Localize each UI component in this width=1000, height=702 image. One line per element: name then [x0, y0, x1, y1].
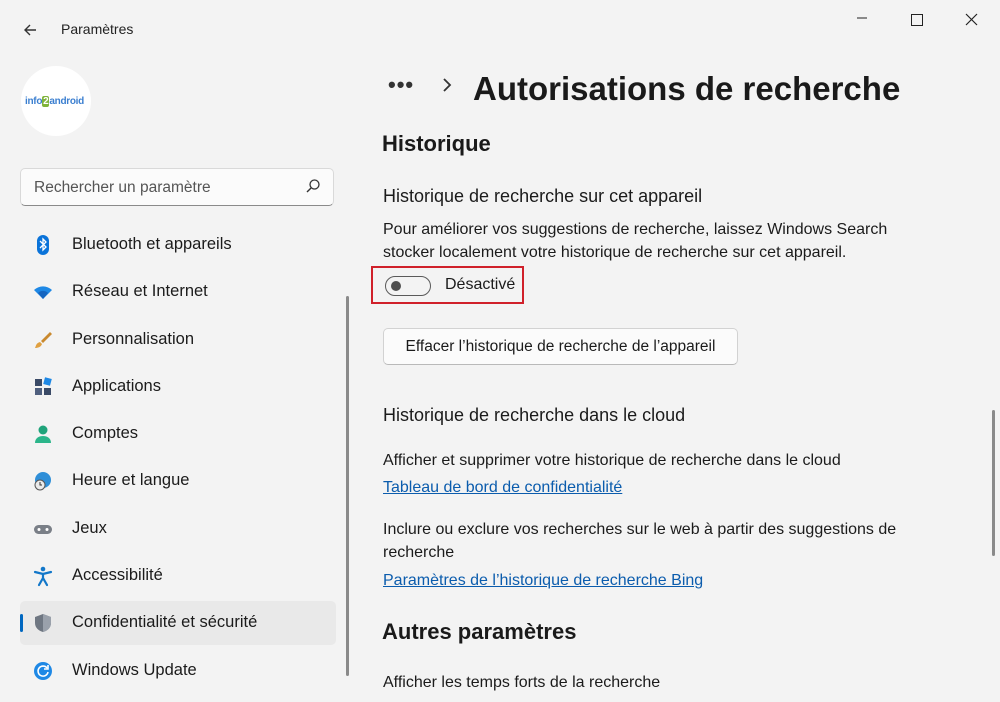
- wifi-icon: [34, 286, 52, 300]
- sidebar-item-privacy-security[interactable]: Confidentialité et sécurité: [20, 601, 336, 646]
- app-title: Paramètres: [61, 21, 134, 37]
- device-history-title: Historique de recherche sur cet appareil: [383, 186, 703, 206]
- cloud-history-description: Afficher et supprimer votre historique d…: [383, 452, 841, 469]
- search-input[interactable]: Rechercher un paramètre: [20, 168, 334, 206]
- globe-clock-icon: [34, 472, 51, 491]
- highlight-box: Désactivé: [371, 266, 524, 304]
- sidebar-item-windows-update[interactable]: Windows Update: [20, 649, 336, 693]
- maximize-icon: [911, 14, 923, 27]
- chevron-right-icon: [440, 74, 454, 102]
- sidebar-item-network[interactable]: Réseau et Internet: [20, 270, 336, 314]
- close-button[interactable]: [956, 8, 986, 32]
- sidebar-scrollbar[interactable]: [346, 296, 349, 676]
- sidebar-item-accessibility[interactable]: Accessibilité: [20, 554, 336, 598]
- sidebar-item-personalization[interactable]: Personnalisation: [20, 318, 336, 362]
- gamepad-icon: [34, 524, 52, 534]
- sidebar-item-apps[interactable]: Applications: [20, 365, 336, 409]
- back-arrow-icon[interactable]: [18, 18, 42, 42]
- toggle-knob: [391, 281, 401, 291]
- bing-include-description: Inclure ou exclure vos recherches sur le…: [383, 521, 897, 561]
- bluetooth-icon: [37, 235, 49, 255]
- sidebar-item-bluetooth[interactable]: Bluetooth et appareils: [20, 223, 336, 267]
- privacy-dashboard-link[interactable]: Tableau de bord de confidentialité: [383, 479, 622, 497]
- accessibility-icon: [33, 566, 53, 587]
- search-icon: [306, 179, 320, 193]
- apps-icon: [35, 377, 52, 395]
- search-highlights-label: Afficher les temps forts de la recherche: [383, 674, 661, 691]
- section-heading-other: Autres paramètres: [382, 619, 577, 644]
- search-placeholder: Rechercher un paramètre: [34, 179, 211, 196]
- toggle-state-label: Désactivé: [445, 276, 516, 293]
- maximize-button[interactable]: [902, 8, 932, 32]
- page-title: Autorisations de recherche: [473, 70, 901, 107]
- logo-text: info2android: [25, 96, 84, 107]
- minimize-button[interactable]: [847, 8, 877, 32]
- device-history-description: Pour améliorer vos suggestions de recher…: [383, 221, 888, 261]
- account-icon: [35, 425, 51, 444]
- update-icon: [34, 661, 52, 680]
- breadcrumb-more-button[interactable]: •••: [388, 72, 414, 98]
- bing-history-settings-link[interactable]: Paramètres de l’historique de recherche …: [383, 572, 703, 590]
- active-indicator: [20, 614, 23, 633]
- cloud-history-title: Historique de recherche dans le cloud: [383, 405, 686, 425]
- brush-icon: [35, 331, 52, 348]
- clear-device-history-button[interactable]: Effacer l’historique de recherche de l’a…: [383, 328, 738, 365]
- sidebar-item-accounts[interactable]: Comptes: [20, 412, 336, 456]
- content-scrollbar[interactable]: [992, 410, 995, 556]
- avatar[interactable]: info2android: [21, 66, 91, 136]
- shield-icon: [35, 614, 51, 633]
- section-heading-history: Historique: [382, 131, 491, 156]
- sidebar-nav: Bluetooth et appareils Réseau et Interne…: [20, 223, 336, 696]
- sidebar-item-gaming[interactable]: Jeux: [20, 507, 336, 551]
- title-bar: Paramètres: [0, 0, 1000, 60]
- device-history-toggle[interactable]: [385, 276, 431, 296]
- sidebar-item-time-language[interactable]: Heure et langue: [20, 459, 336, 503]
